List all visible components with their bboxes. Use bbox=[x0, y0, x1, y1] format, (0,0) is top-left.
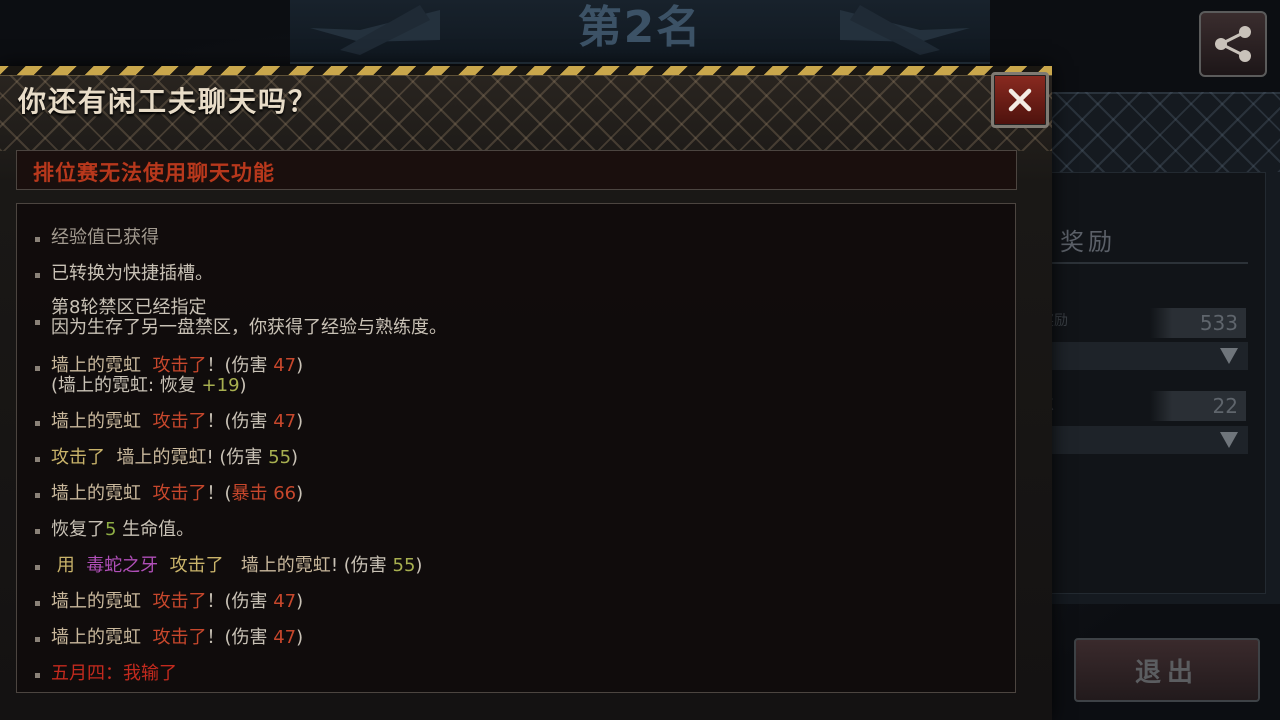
actor-name: 墙上的霓虹 bbox=[51, 591, 141, 612]
attack-text: 攻击了 bbox=[169, 555, 224, 576]
attack-text: 攻击了 bbox=[51, 447, 105, 468]
reward-divider bbox=[1040, 262, 1248, 264]
paren-close: ) bbox=[239, 375, 247, 396]
damage-value: 47 bbox=[273, 591, 297, 612]
heal-value: +19 bbox=[201, 375, 240, 396]
use-text: 用 bbox=[56, 555, 75, 576]
damage-value: 47 bbox=[273, 627, 297, 648]
damage-value: 47 bbox=[273, 411, 297, 432]
actor-name: 墙上的霓虹 bbox=[51, 411, 141, 432]
reward-row1-value: 533 bbox=[1150, 308, 1246, 338]
damage-value: 55 bbox=[268, 447, 292, 468]
close-icon bbox=[1008, 88, 1032, 112]
panel-mesh bbox=[1040, 92, 1280, 172]
actor-name: 墙上的霓虹 bbox=[51, 627, 141, 648]
paren-close: ) bbox=[296, 411, 304, 432]
close-button[interactable] bbox=[991, 72, 1049, 128]
bullet bbox=[35, 457, 40, 462]
paren-close: ) bbox=[296, 627, 304, 648]
bullet bbox=[35, 637, 40, 642]
chat-disabled-notice: 排位赛无法使用聊天功能 bbox=[16, 150, 1017, 190]
heal-value: 5 bbox=[105, 519, 117, 540]
damage-label: ！(伤害 bbox=[206, 355, 274, 376]
bullet bbox=[35, 565, 40, 570]
paren-close: ) bbox=[296, 355, 304, 376]
damage-value: 55 bbox=[392, 555, 416, 576]
log-line-3: 第8轮禁区已经指定 因为生存了另一盘禁区，你获得了经验与熟练度。 bbox=[17, 297, 977, 340]
chat-log[interactable]: 经验值已获得 已转换为快捷插槽。 第8轮禁区已经指定 因为生存了另一盘禁区，你获… bbox=[16, 203, 1016, 693]
reward-heading: 奖励 bbox=[1060, 228, 1116, 256]
target-name: 墙上的霓虹 bbox=[116, 447, 207, 468]
modal-title: 你还有闲工夫聊天吗？ bbox=[18, 85, 319, 118]
item-name: 毒蛇之牙 bbox=[86, 555, 159, 576]
bullet bbox=[35, 529, 40, 534]
player-message: 五月四：我输了 bbox=[51, 663, 177, 684]
reward-row1-dropdown[interactable] bbox=[1030, 342, 1248, 370]
attack-text: 攻击了 bbox=[152, 411, 207, 432]
paren-open: ！( bbox=[206, 483, 232, 504]
share-button[interactable] bbox=[1199, 11, 1267, 77]
rank-title: 第2名 bbox=[577, 2, 703, 53]
rank-banner: 第2名 bbox=[290, 0, 990, 64]
notice-text: 排位赛无法使用聊天功能 bbox=[33, 161, 275, 185]
attack-text: 攻击了 bbox=[152, 355, 207, 376]
attack-text: 攻击了 bbox=[152, 483, 207, 504]
heal-label: (墙上的霓虹: 恢复 bbox=[51, 375, 202, 396]
log-line-4: 墙上的霓虹 攻击了！(伤害 47) (墙上的霓虹: 恢复 +19) bbox=[17, 356, 977, 396]
damage-label: ！(伤害 bbox=[206, 591, 274, 612]
chevron-down-icon bbox=[1220, 432, 1238, 448]
log-text-a: 第8轮禁区已经指定 bbox=[51, 297, 207, 318]
bullet bbox=[35, 237, 40, 242]
bullet bbox=[35, 673, 40, 678]
attack-text: 攻击了 bbox=[152, 627, 207, 648]
attack-text: 攻击了 bbox=[152, 591, 207, 612]
bullet bbox=[35, 421, 40, 426]
log-text: 已转换为快捷插槽。 bbox=[51, 263, 213, 284]
bullet bbox=[35, 493, 40, 498]
crit-value: 暴击 66 bbox=[231, 483, 297, 504]
actor-name: 墙上的霓虹 bbox=[51, 355, 141, 376]
paren-close: ) bbox=[296, 483, 304, 504]
heal-label: 恢复了 bbox=[51, 519, 105, 540]
chat-modal: 你还有闲工夫聊天吗？ 排位赛无法使用聊天功能 经验值已获得 已转换为快捷插槽。 … bbox=[0, 66, 1052, 720]
target-name: 墙上的霓虹 bbox=[240, 555, 331, 576]
damage-label: ！(伤害 bbox=[206, 411, 274, 432]
paren-close: ) bbox=[291, 447, 299, 468]
log-text-b: 因为生存了另一盘禁区，你获得了经验与熟练度。 bbox=[51, 317, 447, 338]
bullet bbox=[35, 366, 40, 371]
actor-name: 墙上的霓虹 bbox=[51, 483, 141, 504]
damage-label: ! (伤害 bbox=[330, 555, 393, 576]
exit-button[interactable]: 退出 bbox=[1074, 638, 1260, 702]
log-text: 经验值已获得 bbox=[51, 227, 159, 248]
paren-close: ) bbox=[415, 555, 423, 576]
bullet bbox=[35, 601, 40, 606]
reward-row2-dropdown[interactable] bbox=[1030, 426, 1248, 454]
damage-label: ！(伤害 bbox=[206, 627, 274, 648]
chevron-down-icon bbox=[1220, 348, 1238, 364]
share-icon bbox=[1215, 26, 1251, 62]
bullet bbox=[35, 273, 40, 278]
damage-value: 47 bbox=[273, 355, 297, 376]
paren-close: ) bbox=[296, 591, 304, 612]
bullet bbox=[35, 320, 40, 325]
reward-row2-value: 22 bbox=[1150, 391, 1246, 421]
damage-label: ! (伤害 bbox=[206, 447, 269, 468]
heal-suffix: 生命值。 bbox=[116, 519, 195, 540]
